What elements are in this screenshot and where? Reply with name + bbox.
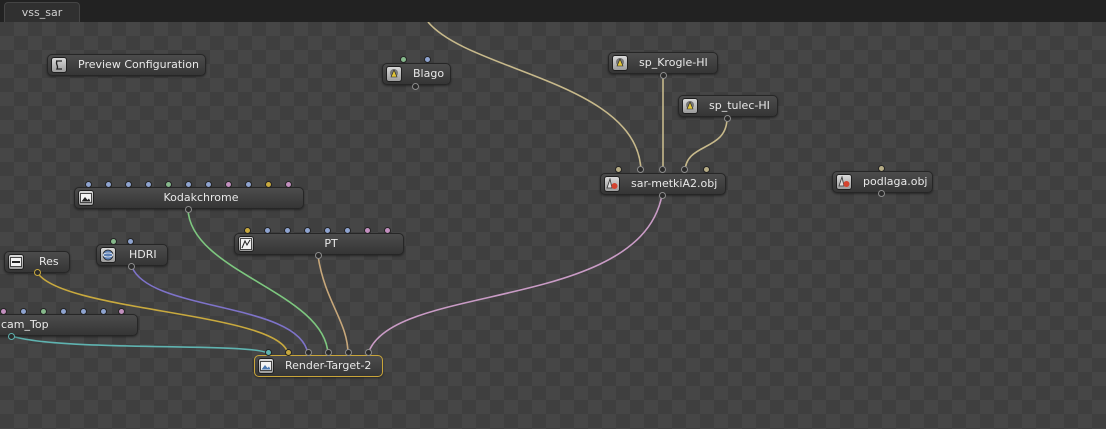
pin-render-target-in-imager[interactable]	[325, 349, 332, 356]
pin-sar-metki-in-3[interactable]	[659, 166, 666, 173]
pin-cam-top-in-5[interactable]	[80, 308, 87, 315]
node-render-target-2[interactable]: Render-Target-2	[254, 355, 383, 377]
tab-bar: vss_sar	[0, 0, 1106, 23]
pin-cam-top-in-4[interactable]	[60, 308, 67, 315]
pin-kodakchrome-in-10[interactable]	[265, 181, 272, 188]
pin-pt-in-1[interactable]	[244, 227, 251, 234]
node-label-preview-configuration: Preview Configuration	[78, 58, 199, 71]
node-preview-configuration[interactable]: Preview Configuration	[47, 54, 206, 76]
pin-kodakchrome-in-6[interactable]	[185, 181, 192, 188]
node-blago[interactable]: Blago	[382, 63, 451, 85]
pin-render-target-in-resolution[interactable]	[285, 349, 292, 356]
node-cam-top[interactable]: cam_Top	[0, 314, 138, 336]
pin-kodakchrome-in-8[interactable]	[225, 181, 232, 188]
node-label-blago: Blago	[413, 67, 445, 80]
render-target-icon	[258, 358, 274, 374]
pin-kodakchrome-in-7[interactable]	[205, 181, 212, 188]
pin-pt-in-3[interactable]	[284, 227, 291, 234]
pin-sar-metki-in-4[interactable]	[681, 166, 688, 173]
wire-res-to-render-target[interactable]	[36, 271, 289, 355]
wire-sar-metki-to-render-target[interactable]	[367, 194, 663, 355]
wire-pt-to-render-target[interactable]	[317, 255, 349, 355]
pin-podlaga-out[interactable]	[878, 190, 885, 197]
light-icon	[612, 55, 628, 71]
pin-pt-out[interactable]	[315, 252, 322, 259]
pin-kodakchrome-in-3[interactable]	[125, 181, 132, 188]
kernel-icon	[238, 236, 254, 252]
node-label-res: Res	[39, 255, 59, 268]
pin-kodakchrome-in-11[interactable]	[285, 181, 292, 188]
pin-kodakchrome-in-9[interactable]	[245, 181, 252, 188]
pin-hdri-in-1[interactable]	[110, 238, 117, 245]
pin-sar-metki-in-1[interactable]	[615, 166, 622, 173]
tab-vss-sar[interactable]: vss_sar	[4, 2, 80, 23]
pin-res-out[interactable]	[34, 269, 41, 276]
pin-blago-out[interactable]	[412, 83, 419, 90]
pin-hdri-out[interactable]	[128, 263, 135, 270]
node-label-sar-metkia2-obj: sar-metkiA2.obj	[631, 177, 718, 190]
pin-sp-tulec-out[interactable]	[724, 115, 731, 122]
pin-sar-metki-out[interactable]	[659, 192, 666, 199]
wire-layer	[11, 22, 728, 355]
pin-sar-metki-in-2[interactable]	[637, 166, 644, 173]
pin-cam-top-out[interactable]	[8, 333, 15, 340]
node-label-render-target-2: Render-Target-2	[285, 359, 372, 372]
pin-pt-in-4[interactable]	[304, 227, 311, 234]
wire-upstream-to-sar-metki[interactable]	[427, 22, 642, 173]
pin-kodakchrome-in-4[interactable]	[145, 181, 152, 188]
pin-cam-top-in-3[interactable]	[40, 308, 47, 315]
pin-sp-krogle-out[interactable]	[660, 72, 667, 79]
node-label-cam-top: cam_Top	[1, 318, 49, 331]
pin-kodakchrome-in-2[interactable]	[105, 181, 112, 188]
node-label-kodakchrome: Kodakchrome	[163, 191, 239, 204]
environment-icon	[100, 247, 116, 263]
pin-cam-top-in-6[interactable]	[100, 308, 107, 315]
pin-pt-in-8[interactable]	[384, 227, 391, 234]
node-graph-canvas[interactable]: Preview Configuration Blago sp_Krogle-HI…	[0, 22, 1106, 429]
node-label-pt: PT	[324, 237, 338, 250]
pin-sar-metki-in-5[interactable]	[703, 166, 710, 173]
node-sp-tulec-hi[interactable]: sp_tulec-HI	[678, 95, 778, 117]
pin-kodakchrome-out[interactable]	[185, 206, 192, 213]
pin-kodakchrome-in-5[interactable]	[165, 181, 172, 188]
node-label-sp-tulec-hi: sp_tulec-HI	[709, 99, 770, 112]
node-label-podlaga-obj: podlaga.obj	[863, 175, 928, 188]
resolution-icon	[8, 254, 24, 270]
pin-cam-top-in-1[interactable]	[0, 308, 7, 315]
pin-render-target-in-environment[interactable]	[305, 349, 312, 356]
pin-podlaga-in[interactable]	[878, 165, 885, 172]
pin-kodakchrome-in-1[interactable]	[85, 181, 92, 188]
pin-blago-in-1[interactable]	[400, 56, 407, 63]
pin-cam-top-in-2[interactable]	[20, 308, 27, 315]
pin-render-target-in-camera[interactable]	[265, 349, 272, 356]
script-icon	[51, 57, 67, 73]
pin-cam-top-in-7[interactable]	[118, 308, 125, 315]
pin-blago-in-2[interactable]	[424, 56, 431, 63]
pin-pt-in-6[interactable]	[344, 227, 351, 234]
pin-hdri-in-2[interactable]	[127, 238, 134, 245]
pin-pt-in-2[interactable]	[264, 227, 271, 234]
node-sp-krogle-hi[interactable]: sp_Krogle-HI	[608, 52, 718, 74]
wire-cam-top-to-render-target[interactable]	[11, 335, 269, 355]
image-icon	[78, 190, 94, 206]
node-label-hdri: HDRI	[129, 248, 157, 261]
light-icon	[682, 98, 698, 114]
pin-pt-in-5[interactable]	[324, 227, 331, 234]
pin-render-target-in-geometry[interactable]	[365, 349, 372, 356]
mesh-icon	[836, 174, 852, 190]
mesh-icon	[604, 176, 620, 192]
wire-sp-tulec-to-sar-metki[interactable]	[684, 117, 728, 173]
node-label-sp-krogle-hi: sp_Krogle-HI	[639, 56, 708, 69]
pin-pt-in-7[interactable]	[364, 227, 371, 234]
pin-render-target-in-kernel[interactable]	[345, 349, 352, 356]
light-icon	[386, 66, 402, 82]
